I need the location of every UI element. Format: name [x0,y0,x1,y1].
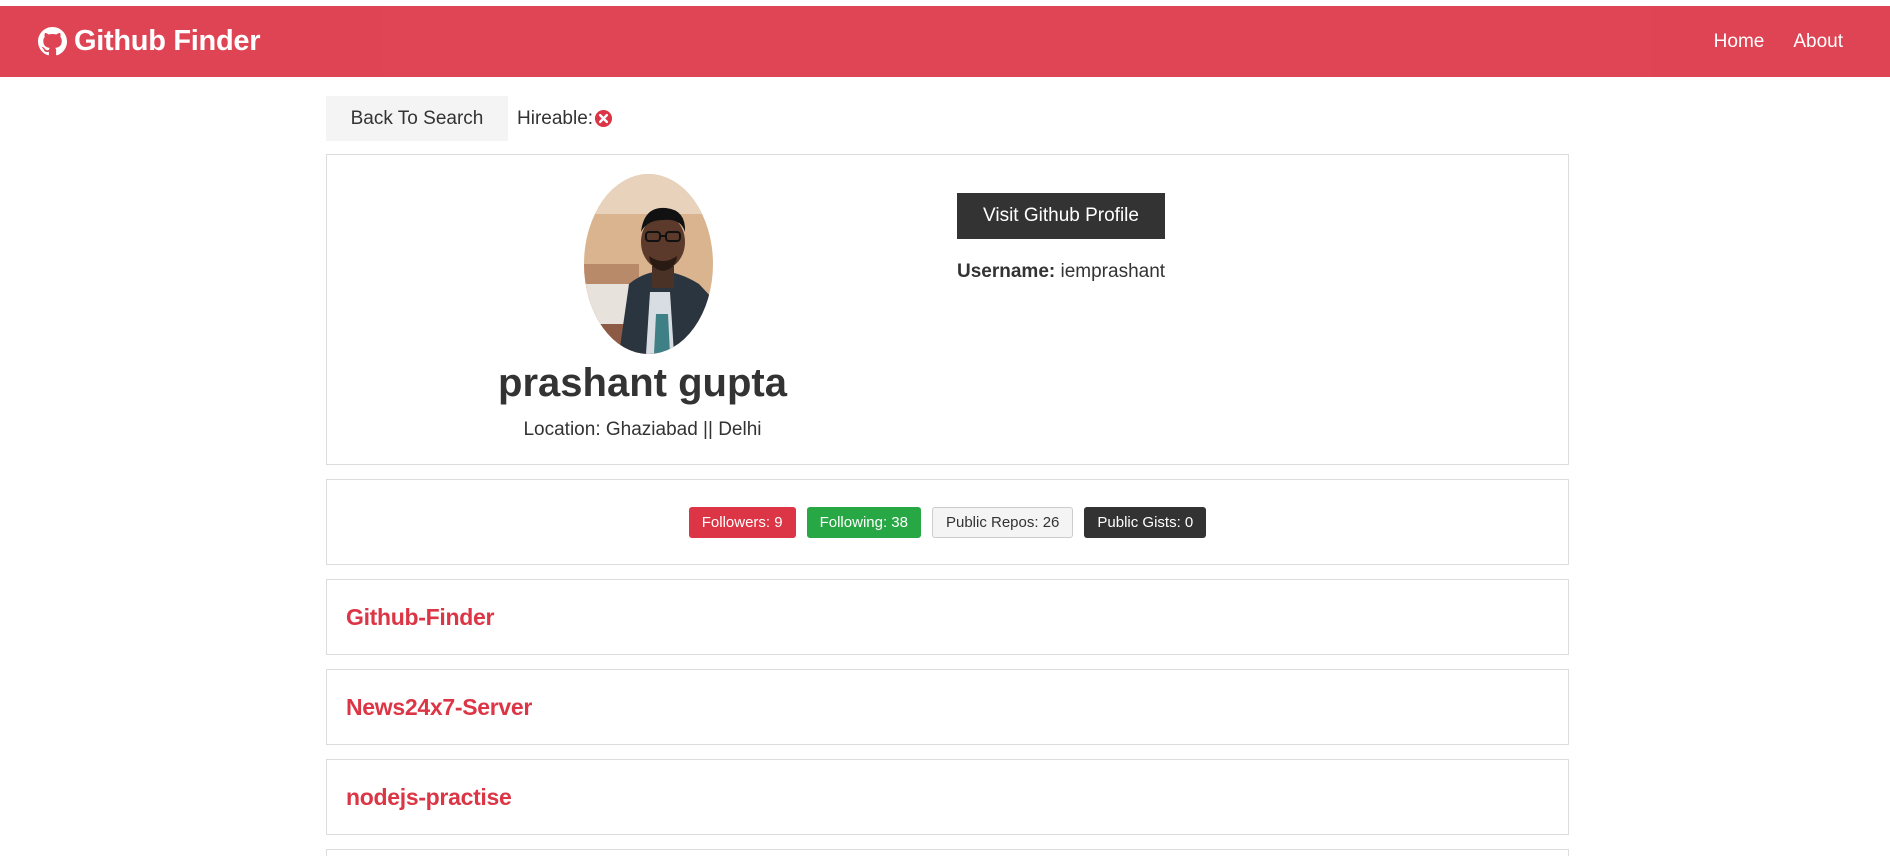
brand[interactable]: Github Finder [38,25,260,58]
visit-github-profile-button[interactable]: Visit Github Profile [957,193,1165,239]
profile-location: Location: Ghaziabad || Delhi [523,419,762,440]
github-icon [38,27,67,56]
profile-name: prashant gupta [498,361,787,405]
username-value: iemprashant [1060,261,1166,282]
repo-card: Github-Finder [326,579,1569,655]
nav-home-link[interactable]: Home [1714,31,1765,53]
avatar [584,174,713,354]
public-gists-badge: Public Gists: 0 [1084,506,1207,538]
top-row: Back To Search Hireable: [326,96,1569,141]
followers-badge: Followers: 9 [688,506,796,538]
repo-card: nodejs-practise [326,759,1569,835]
repo-link[interactable]: nodejs-practise [346,784,512,811]
hireable-label: Hireable: [517,107,594,129]
profile-card: prashant gupta Location: Ghaziabad || De… [326,154,1569,465]
navbar: Github Finder Home About [0,6,1890,77]
nav-about-link[interactable]: About [1793,31,1843,53]
hireable-status: Hireable: [517,108,613,130]
stats-card: Followers: 9 Following: 38 Public Repos:… [326,479,1569,565]
username-row: Username: iemprashant [957,261,1165,283]
nav-links: Home About [1714,31,1843,53]
back-to-search-button[interactable]: Back To Search [326,96,508,141]
main-container: Back To Search Hireable: prashant gupta … [326,96,1569,856]
repo-card: News24x7-Server [326,669,1569,745]
times-circle-icon [594,109,613,128]
username-label: Username: [957,261,1056,282]
repo-link[interactable]: News24x7-Server [346,694,532,721]
brand-title: Github Finder [74,25,261,57]
public-repos-badge: Public Repos: 26 [931,506,1074,538]
following-badge: Following: 38 [806,506,921,538]
repo-link[interactable]: Github-Finder [346,604,494,631]
repo-card [326,849,1569,856]
